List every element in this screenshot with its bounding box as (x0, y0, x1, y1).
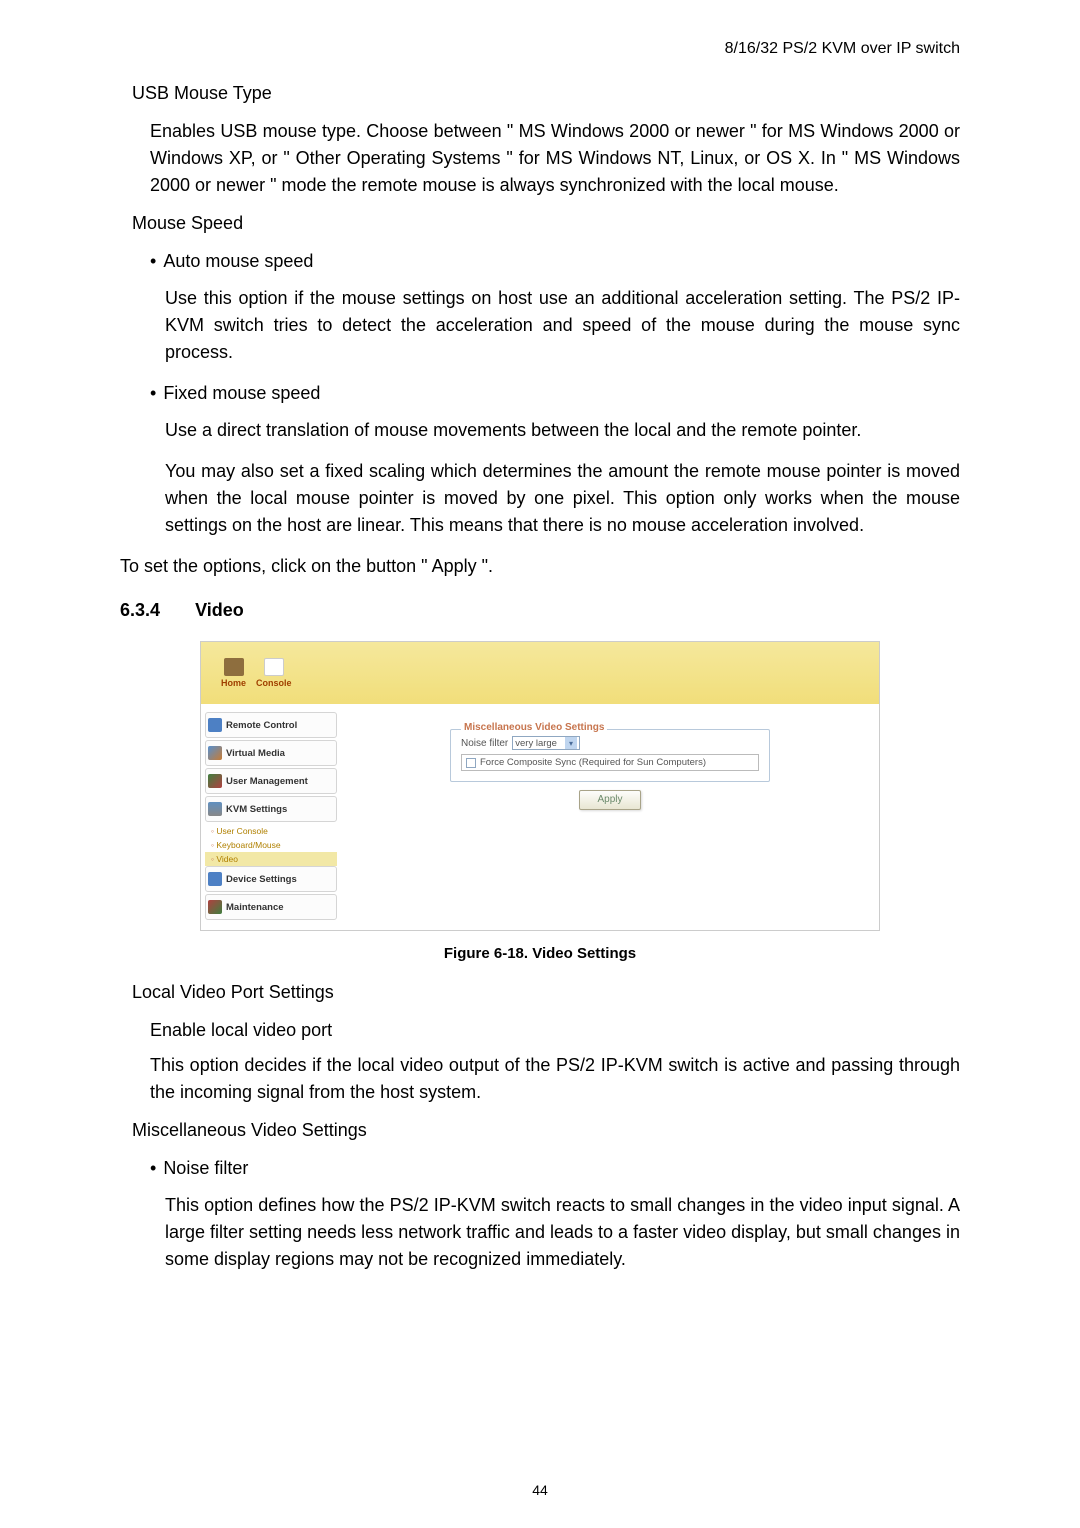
fixed-speed-body2: You may also set a fixed scaling which d… (165, 458, 960, 539)
virtual-media-icon (208, 746, 222, 760)
noise-filter-body: This option defines how the PS/2 IP-KVM … (165, 1192, 960, 1273)
noise-filter-label: Noise filter (461, 738, 508, 749)
section-title: Video (195, 600, 244, 620)
ss-header: Home Console (201, 642, 879, 704)
nav-sub-user-console[interactable]: ◦ User Console (205, 824, 337, 838)
chevron-down-icon: ▾ (565, 737, 577, 749)
fieldset-legend: Miscellaneous Video Settings (461, 722, 607, 733)
figure-caption: Figure 6-18. Video Settings (200, 945, 880, 962)
noise-filter-select[interactable]: very large ▾ (512, 736, 580, 750)
ss-sidebar: Remote Control Virtual Media User Manage… (201, 704, 341, 932)
force-composite-row: Force Composite Sync (Required for Sun C… (461, 754, 759, 771)
auto-speed-body: Use this option if the mouse settings on… (165, 285, 960, 366)
nav-virtual-media[interactable]: Virtual Media (205, 740, 337, 766)
ss-main-panel: Miscellaneous Video Settings Noise filte… (341, 704, 879, 932)
nav-media-label: Virtual Media (226, 748, 285, 759)
nav-remote-control[interactable]: Remote Control (205, 712, 337, 738)
fixed-speed-bullet: Fixed mouse speed (150, 380, 960, 407)
local-video-body: This option decides if the local video o… (150, 1052, 960, 1106)
apply-button[interactable]: Apply (579, 790, 641, 810)
device-settings-icon (208, 872, 222, 886)
nav-maint-label: Maintenance (226, 902, 284, 913)
nav-kvm-settings[interactable]: KVM Settings (205, 796, 337, 822)
nav-sub-keyboard[interactable]: ◦ Keyboard/Mouse (205, 838, 337, 852)
console-icon (264, 658, 284, 676)
misc-video-fieldset: Miscellaneous Video Settings Noise filte… (450, 729, 770, 782)
tab-home-label: Home (221, 678, 246, 688)
nav-device-settings[interactable]: Device Settings (205, 866, 337, 892)
local-video-title: Local Video Port Settings (132, 982, 960, 1003)
nav-device-label: Device Settings (226, 874, 297, 885)
misc-video-title: Miscellaneous Video Settings (132, 1120, 960, 1141)
kvm-settings-icon (208, 802, 222, 816)
nav-sub-video[interactable]: ◦ Video (205, 852, 337, 866)
home-icon (224, 658, 244, 676)
nav-remote-label: Remote Control (226, 720, 297, 731)
fixed-speed-body1: Use a direct translation of mouse moveme… (165, 417, 960, 444)
nav-user-label: User Management (226, 776, 308, 787)
nav-maintenance[interactable]: Maintenance (205, 894, 337, 920)
force-composite-checkbox[interactable] (466, 758, 476, 768)
video-settings-screenshot: Home Console Remote Control Virtual Medi… (200, 641, 880, 931)
section-number: 6.3.4 (120, 600, 160, 620)
local-video-sub: Enable local video port (150, 1017, 960, 1044)
page-header: 8/16/32 PS/2 KVM over IP switch (120, 40, 960, 58)
auto-speed-bullet: Auto mouse speed (150, 248, 960, 275)
force-composite-label: Force Composite Sync (Required for Sun C… (480, 757, 706, 768)
noise-filter-value: very large (515, 738, 557, 749)
remote-control-icon (208, 718, 222, 732)
ss-body: Remote Control Virtual Media User Manage… (201, 704, 879, 932)
tab-home[interactable]: Home (221, 658, 246, 688)
tab-console-label: Console (256, 678, 292, 688)
user-management-icon (208, 774, 222, 788)
usb-mouse-title: USB Mouse Type (132, 83, 960, 104)
page-number: 44 (0, 1482, 1080, 1498)
nav-sub-video-label: Video (216, 854, 238, 864)
nav-user-management[interactable]: User Management (205, 768, 337, 794)
maintenance-icon (208, 900, 222, 914)
noise-filter-bullet: Noise filter (150, 1155, 960, 1182)
noise-filter-row: Noise filter very large ▾ (461, 736, 759, 750)
nav-sub-keyboard-label: Keyboard/Mouse (216, 840, 280, 850)
figure-container: Home Console Remote Control Virtual Medi… (200, 641, 880, 962)
apply-instructions: To set the options, click on the button … (120, 553, 960, 580)
nav-kvm-label: KVM Settings (226, 804, 287, 815)
usb-mouse-body: Enables USB mouse type. Choose between "… (150, 118, 960, 199)
section-heading: 6.3.4 Video (120, 600, 960, 621)
tab-console[interactable]: Console (256, 658, 292, 688)
mouse-speed-title: Mouse Speed (132, 213, 960, 234)
nav-sub-user-console-label: User Console (216, 826, 268, 836)
